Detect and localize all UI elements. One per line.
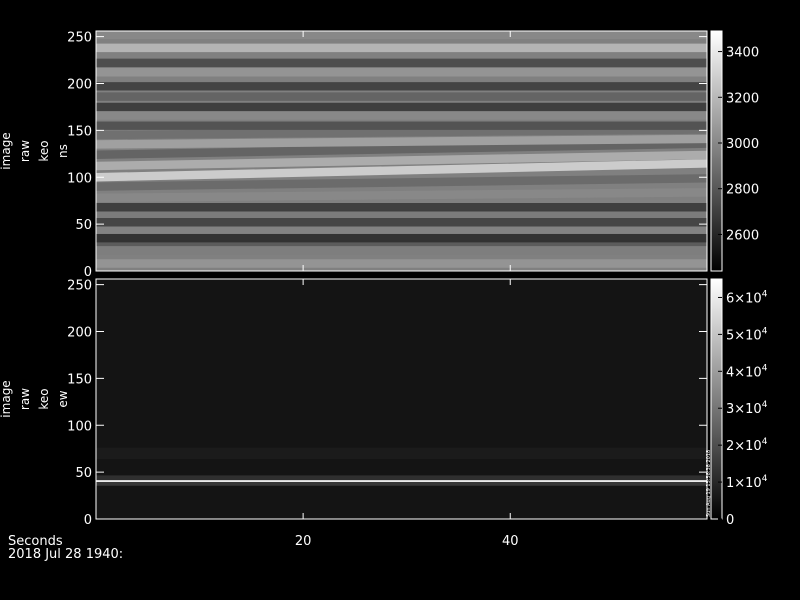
colorbar-tick-label: 5×104 — [726, 326, 768, 343]
heatmap-band — [96, 475, 707, 481]
y-tick-label: 50 — [75, 466, 92, 481]
x-tick-label: 20 — [295, 534, 312, 549]
y-tick-label: 0 — [84, 513, 92, 528]
ew-panel: 0 50 100 150 200 250 20 40 image raw keo ew 0 1×10… — [0, 278, 768, 549]
colorbar-tick-label: 3400 — [726, 46, 759, 61]
y-tick-label: 250 — [67, 31, 92, 46]
heatmap-band — [96, 218, 707, 227]
y-axis-label-word: keo — [37, 388, 51, 409]
y-tick-label: 100 — [67, 171, 92, 186]
y-tick-label: 150 — [67, 124, 92, 139]
colorbar-tick-label: 1×104 — [726, 474, 768, 491]
y-axis-label-word: ew — [56, 390, 70, 407]
y-axis-label-word: raw — [18, 140, 32, 162]
heatmap-band — [96, 58, 707, 68]
keogram-figure: 050100150200250 image raw keo ns 2600280030… — [0, 30, 768, 562]
y-axis-label-word: image — [0, 380, 13, 417]
heatmap-band — [96, 259, 707, 268]
heatmap-band — [96, 203, 707, 212]
ns-colorbar-axis: 2600 2800 3000 3200 3400 — [718, 46, 759, 243]
colorbar-tick-label: 3200 — [726, 91, 759, 106]
y-axis-label-word: image — [0, 132, 13, 169]
colorbar-tick-label: 2600 — [726, 228, 759, 243]
x-tick-label: 40 — [502, 534, 519, 549]
heatmap-band — [96, 111, 707, 120]
heatmap-band — [96, 233, 707, 243]
y-tick-label: 100 — [67, 419, 92, 434]
ew-heatmap — [96, 279, 707, 519]
ns-colorbar — [710, 30, 723, 272]
y-tick-label: 50 — [75, 218, 92, 233]
y-axis-label-word: raw — [18, 388, 32, 410]
y-tick-label: 150 — [67, 372, 92, 387]
y-tick-label: 200 — [67, 78, 92, 93]
y-tick-label: 200 — [67, 326, 92, 341]
heatmap-band — [96, 92, 707, 101]
plot-timestamp: Sun Aug 19 15:58:38 2018 — [706, 450, 712, 517]
y-tick-label: 250 — [67, 279, 92, 294]
heatmap-band — [96, 68, 707, 77]
ew-colorbar — [710, 278, 723, 520]
colorbar-tick-label: 3×104 — [726, 400, 768, 417]
colorbar-tick-label: 6×104 — [726, 289, 768, 306]
heatmap-band — [96, 82, 707, 91]
ns-panel: 050100150200250 image raw keo ns 2600280030… — [0, 30, 759, 280]
y-axis-label-word: keo — [37, 140, 51, 161]
ns-y-label: image raw keo ns — [0, 132, 70, 169]
heatmap-band — [96, 43, 707, 53]
ew-colorbar-axis: 0 1×104 2×104 3×104 4×104 5×104 6×104 — [718, 289, 768, 528]
colorbar-tick-label: 2×104 — [726, 437, 768, 454]
ns-heatmap — [96, 30, 707, 271]
ew-y-label: image raw keo ew — [0, 380, 70, 417]
heatmap-band — [96, 447, 707, 459]
colorbar-tick-label: 2800 — [726, 183, 759, 198]
date-label: 2018 Jul 28 1940: — [8, 547, 123, 562]
heatmap-band — [96, 246, 707, 255]
heatmap-band — [96, 121, 707, 130]
colorbar-tick-label: 4×104 — [726, 363, 768, 380]
colorbar-tick-label: 3000 — [726, 137, 759, 152]
heatmap-band — [96, 30, 707, 39]
colorbar-tick-label: 0 — [726, 513, 734, 528]
heatmap-band — [96, 102, 707, 112]
y-axis-label-word: ns — [56, 144, 70, 158]
